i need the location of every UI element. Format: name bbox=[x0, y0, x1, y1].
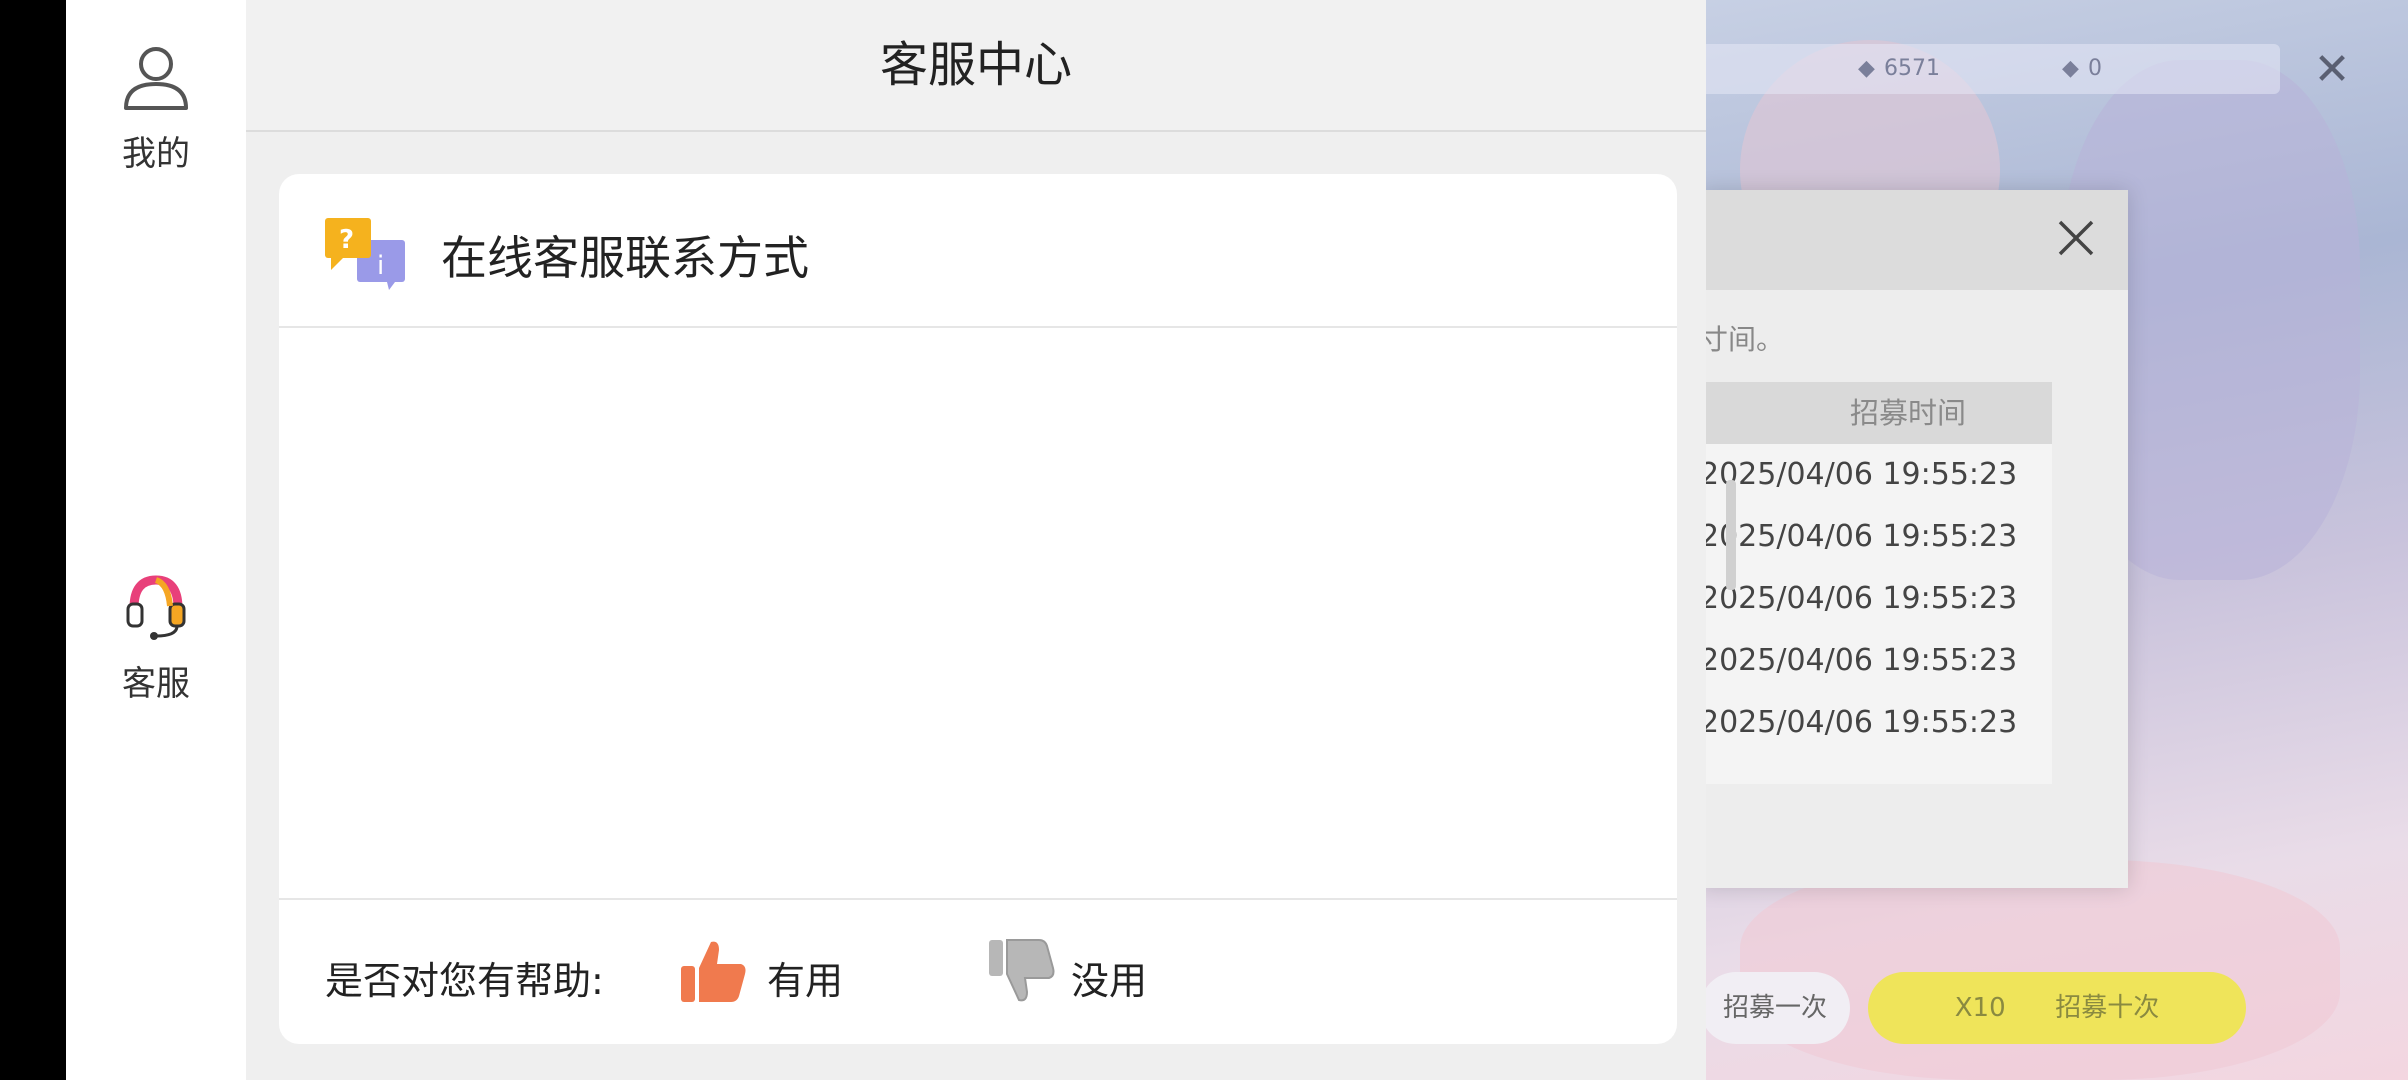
modal-note: 寸间。 bbox=[1700, 323, 1785, 356]
recruit-history-modal: 寸间。 招募时间 2025/04/06 19:55:23 2025/04/06 … bbox=[1700, 190, 2128, 888]
table-row: 2025/04/06 19:55:23 bbox=[1700, 457, 2018, 492]
person-icon bbox=[124, 47, 188, 110]
history-table: 招募时间 2025/04/06 19:55:23 2025/04/06 19:5… bbox=[1700, 382, 2052, 784]
feedback-bar: 是否对您有帮助: 有用 没用 bbox=[279, 898, 1677, 1044]
sidebar-item-service[interactable]: 客服 bbox=[66, 570, 246, 705]
sidebar-item-label: 客服 bbox=[122, 664, 190, 704]
close-icon[interactable] bbox=[2048, 212, 2104, 268]
useful-button[interactable]: 有用 bbox=[679, 936, 869, 1010]
table-row: 2025/04/06 19:55:23 bbox=[1700, 519, 2018, 554]
modal-header bbox=[1700, 190, 2128, 290]
feedback-prompt: 是否对您有帮助: bbox=[325, 959, 604, 1003]
customer-service-panel: 客服中心 i ? 在线客服联系方式 是否对您有帮助: 有用 没用 bbox=[246, 0, 1706, 1080]
faq-icon: i ? bbox=[325, 218, 405, 290]
svg-text:?: ? bbox=[339, 225, 354, 255]
page-title: 客服中心 bbox=[246, 0, 1706, 132]
table-row: 2025/04/06 19:55:23 bbox=[1700, 643, 2018, 678]
recruit-cost: X10 bbox=[1954, 993, 2006, 1023]
card-title: 在线客服联系方式 bbox=[441, 231, 809, 285]
scrollbar[interactable] bbox=[1726, 480, 1736, 590]
thumbs-up-icon bbox=[681, 941, 746, 1002]
currency-purple-value: 6571 bbox=[1884, 56, 1940, 81]
svg-text:i: i bbox=[377, 251, 384, 281]
game-close-icon[interactable]: ✕ bbox=[2312, 48, 2352, 92]
table-row: 2025/04/06 19:55:23 bbox=[1700, 705, 2018, 740]
currency-blue-value: 0 bbox=[2088, 56, 2102, 81]
recruit-once-label: 招募一次 bbox=[1722, 993, 1827, 1023]
thumbs-down-icon bbox=[989, 939, 1055, 1002]
useless-label: 没用 bbox=[1071, 959, 1148, 1003]
sidebar: 我的 客服 bbox=[66, 0, 246, 1080]
table-header: 招募时间 bbox=[1700, 382, 2052, 444]
card-content bbox=[279, 328, 1677, 894]
sidebar-item-label: 我的 bbox=[122, 134, 190, 174]
useful-label: 有用 bbox=[767, 959, 844, 1003]
table-row: 2025/04/06 19:55:23 bbox=[1700, 581, 2018, 616]
headset-icon bbox=[126, 575, 186, 640]
blue-gem-icon: ◆ bbox=[2062, 56, 2079, 81]
recruit-ten-label: 招募十次 bbox=[2055, 993, 2160, 1023]
recruit-ten-button[interactable]: X10 招募十次 bbox=[1868, 972, 2246, 1044]
sidebar-item-mine[interactable]: 我的 bbox=[66, 40, 246, 175]
character-art-3 bbox=[1740, 860, 2340, 1080]
useless-button[interactable]: 没用 bbox=[987, 936, 1177, 1010]
card-header: i ? 在线客服联系方式 bbox=[279, 174, 1677, 328]
recruit-once-button[interactable]: 招募一次 bbox=[1700, 972, 1850, 1044]
contact-card: i ? 在线客服联系方式 是否对您有帮助: 有用 没用 bbox=[279, 174, 1677, 1044]
currency-bar bbox=[1700, 44, 2280, 94]
purple-gem-icon: ◆ bbox=[1858, 56, 1875, 81]
